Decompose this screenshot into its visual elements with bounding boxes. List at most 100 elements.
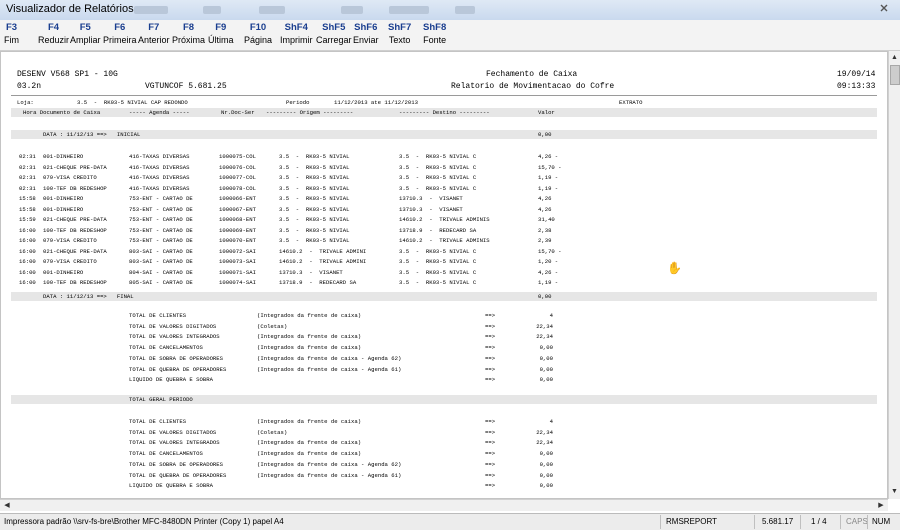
row-nrdoc: 1000072-SAI — [219, 247, 256, 255]
row-agenda: 804-SAI - CARTAO DE — [129, 268, 193, 276]
row-hora: 02:31 — [19, 184, 36, 192]
blurred-title-segment — [259, 6, 285, 14]
fkey-shortcut: F8 — [182, 22, 195, 33]
fkey-shortcut: F7 — [148, 22, 160, 33]
divider — [800, 515, 801, 529]
fkey-button-fim[interactable]: F3 Fim — [4, 22, 19, 46]
fkey-button-página[interactable]: F10 Página — [244, 22, 272, 46]
total-value: 22,34 — [536, 439, 553, 447]
fkey-button-imprimir[interactable]: ShF4 Imprimir — [280, 22, 313, 46]
total-value: 22,34 — [536, 333, 553, 341]
total-arrow: ==> — [485, 428, 496, 436]
total-arrow: ==> — [485, 322, 496, 330]
total-arrow: ==> — [485, 312, 496, 319]
row-origem: 3.5 - RK03-5 NIVIAL — [279, 184, 350, 192]
total-note: (Integrados da frente de caixa) — [257, 312, 362, 319]
function-key-toolbar: F3 Fim F4 Reduzir F5 Ampliar F6 Primeira F7 Anter… — [0, 20, 900, 51]
fkey-label: Primeira — [103, 35, 137, 45]
horizontal-scrollbar[interactable]: ◀ ▶ — [0, 499, 888, 511]
report-date: 19/09/14 — [837, 70, 876, 79]
row-documento: 100-TEF DB REDESHOP — [43, 184, 107, 192]
report-viewer[interactable]: DESENV V568 SP1 - 10G Fechamento de Caix… — [0, 51, 888, 499]
row-hora: 16:00 — [19, 247, 36, 255]
row-nrdoc: 1000069-ENT — [219, 226, 256, 234]
row-nrdoc: 1000070-ENT — [219, 237, 256, 244]
row-destino: 3.5 - RK03-5 NIVIAL C — [399, 153, 477, 160]
total-arrow: ==> — [485, 418, 496, 425]
fkey-button-última[interactable]: F9 Última — [208, 22, 234, 46]
report-system-info: DESENV V568 SP1 - 10G — [17, 70, 118, 79]
row-origem: 3.5 - RK03-5 NIVIAL — [279, 237, 350, 244]
divider — [11, 95, 877, 96]
row-destino: 13710.3 - VISANET — [399, 195, 463, 202]
fkey-button-enviar[interactable]: ShF6 Enviar — [353, 22, 379, 46]
window-title: Visualizador de Relatórios — [6, 3, 134, 15]
close-button[interactable] — [874, 0, 894, 18]
scroll-down-icon[interactable]: ▼ — [890, 487, 899, 497]
page-indicator: 1 / 4 — [811, 517, 827, 526]
printer-status: Impressora padrão \\srv-fs-bre\Brother M… — [4, 517, 284, 526]
row-agenda: 753-ENT - CARTAO DE — [129, 216, 193, 223]
row-destino: 13718.9 - REDECARD SA — [399, 226, 477, 234]
row-hora: 15:58 — [19, 195, 36, 202]
row-documento: 021-CHEQUE PRE-DATA — [43, 247, 107, 255]
total-label: TOTAL DE VALORES INTEGRADOS — [129, 439, 220, 447]
divider — [754, 515, 755, 529]
row-destino: 14610.2 - TRIVALE ADMINIS — [399, 216, 490, 223]
fkey-button-carregar[interactable]: ShF5 Carregar — [316, 22, 352, 46]
final-balance: 0,00 — [538, 293, 552, 300]
row-nrdoc: 1000067-ENT — [219, 205, 256, 213]
blurred-title-segment — [341, 6, 363, 14]
row-valor: 2,39 — [538, 237, 552, 244]
row-valor: 15,70 - — [538, 163, 562, 171]
row-valor: 2,38 — [538, 226, 552, 234]
report-type: EXTRATO — [619, 99, 643, 106]
fkey-button-próxima[interactable]: F8 Próxima — [172, 22, 205, 46]
report-program: VGTUNCOF 5.681.25 — [145, 82, 227, 91]
final-date-band — [11, 292, 877, 301]
col-origem: --------- Origem --------- — [266, 109, 354, 116]
total-note: (Integrados da frente de caixa - Agenda … — [257, 471, 402, 479]
total-note: (Integrados da frente de caixa) — [257, 344, 362, 352]
fkey-button-anterior[interactable]: F7 Anterior — [138, 22, 170, 46]
fkey-shortcut: ShF7 — [388, 22, 412, 33]
total-value: 22,34 — [536, 428, 553, 436]
initial-balance: 0,00 — [538, 131, 552, 138]
scroll-up-icon[interactable]: ▲ — [890, 53, 899, 63]
total-value: 0,00 — [539, 471, 553, 479]
row-hora: 02:31 — [19, 153, 36, 160]
row-hora: 15:59 — [19, 216, 36, 223]
fkey-label: Próxima — [172, 35, 206, 45]
vertical-scrollbar[interactable]: ▲ ▼ — [888, 51, 900, 499]
row-valor: 4,26 — [538, 205, 552, 213]
row-agenda: 753-ENT - CARTAO DE — [129, 237, 193, 244]
fkey-button-primeira[interactable]: F6 Primeira — [103, 22, 137, 46]
row-documento: 001-DINHEIRO — [43, 153, 84, 160]
total-note: (Integrados da frente de caixa - Agenda … — [257, 365, 402, 373]
total-value: 0,00 — [539, 482, 553, 490]
row-destino: 3.5 - RK03-5 NIVIAL C — [399, 268, 477, 276]
row-origem: 13710.3 - VISANET — [279, 268, 343, 276]
caps-indicator: CAPS — [846, 517, 868, 526]
fkey-button-reduzir[interactable]: F4 Reduzir — [38, 22, 69, 46]
scroll-left-icon[interactable]: ◀ — [2, 500, 12, 511]
row-agenda: 803-SAI - CARTAO DE — [129, 247, 193, 255]
row-destino: 3.5 - RK03-5 NIVIAL C — [399, 279, 477, 286]
fkey-label: Anterior — [138, 35, 170, 45]
report-time: 09:13:33 — [837, 82, 876, 91]
total-arrow: ==> — [485, 471, 496, 479]
row-agenda: 805-SAI - CARTAO DE — [129, 279, 193, 286]
row-origem: 3.5 - RK03-5 NIVIAL — [279, 174, 350, 181]
row-agenda: 416-TAXAS DIVERSAS — [129, 174, 190, 181]
row-documento: 001-DINHEIRO — [43, 205, 84, 213]
total-label: TOTAL DE QUEBRA DE OPERADORES — [129, 365, 227, 373]
scroll-thumb[interactable] — [890, 65, 900, 85]
row-destino: 14610.2 - TRIVALE ADMINIS — [399, 237, 490, 244]
fkey-button-texto[interactable]: ShF7 Texto — [388, 22, 411, 46]
blurred-title-segment — [389, 6, 429, 14]
fkey-button-fonte[interactable]: ShF8 Fonte — [423, 22, 446, 46]
scroll-right-icon[interactable]: ▶ — [876, 500, 886, 511]
fkey-label: Texto — [388, 35, 411, 45]
col-agenda: ----- Agenda ----- — [129, 109, 190, 116]
fkey-button-ampliar[interactable]: F5 Ampliar — [70, 22, 101, 46]
